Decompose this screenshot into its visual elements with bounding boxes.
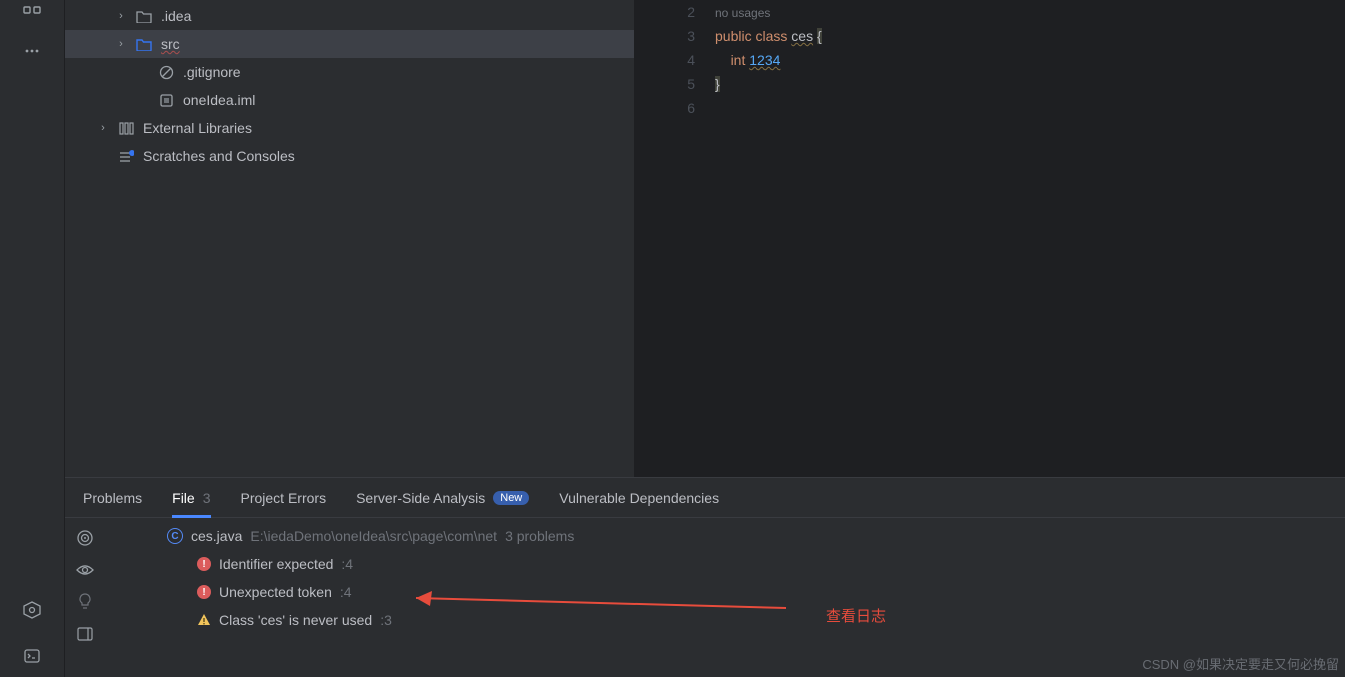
eye-icon[interactable]	[75, 560, 95, 580]
annotation-text: 查看日志	[826, 605, 886, 626]
tree-item-label: External Libraries	[143, 120, 252, 136]
tab-vulnerable-dependencies[interactable]: Vulnerable Dependencies	[559, 478, 719, 517]
error-icon: !	[197, 585, 211, 599]
inspections-icon[interactable]	[21, 599, 43, 621]
problems-panel: Problems File3 Project Errors Server-Sid…	[65, 477, 1345, 677]
chevron-right-icon: ›	[97, 122, 109, 134]
tree-item-label: .gitignore	[183, 64, 241, 80]
tree-item-gitignore[interactable]: .gitignore	[65, 58, 634, 86]
target-icon[interactable]	[75, 528, 95, 548]
tree-item-external-libraries[interactable]: › External Libraries	[65, 114, 634, 142]
watermark: CSDN @如果决定要走又何必挽留	[1142, 654, 1339, 673]
problem-row[interactable]: ! Unexpected token :4	[105, 578, 1345, 606]
tree-item-idea[interactable]: › .idea	[65, 2, 634, 30]
editor-content[interactable]: no usages public class ces { int 1234 }	[715, 0, 1345, 477]
tree-item-scratches[interactable]: Scratches and Consoles	[65, 142, 634, 170]
scratches-icon	[117, 149, 135, 163]
class-icon: C	[167, 528, 183, 544]
problem-row[interactable]: ! Identifier expected :4	[105, 550, 1345, 578]
tab-file[interactable]: File3	[172, 478, 210, 517]
module-icon	[157, 93, 175, 108]
problem-file-header[interactable]: C ces.java E:\iedaDemo\oneIdea\src\page\…	[105, 528, 1345, 544]
folder-icon	[135, 9, 153, 23]
more-icon[interactable]	[21, 40, 43, 62]
project-tree: › .idea › src	[65, 0, 635, 477]
chevron-right-icon: ›	[115, 38, 127, 50]
structure-icon[interactable]	[21, 4, 43, 26]
library-icon	[117, 121, 135, 135]
tab-server-side-analysis[interactable]: Server-Side AnalysisNew	[356, 478, 529, 517]
usage-hint: no usages	[715, 6, 770, 20]
tree-item-label: .idea	[161, 8, 191, 24]
problems-toolbar	[65, 518, 105, 677]
problem-row[interactable]: Class 'ces' is never used :3	[105, 606, 1345, 634]
new-badge: New	[493, 491, 529, 505]
ignore-icon	[157, 65, 175, 80]
folder-icon	[135, 37, 153, 51]
sidebar-icon[interactable]	[75, 624, 95, 644]
bulb-icon[interactable]	[75, 592, 95, 612]
chevron-right-icon: ›	[115, 10, 127, 22]
tree-item-label: Scratches and Consoles	[143, 148, 295, 164]
warning-icon	[197, 613, 211, 627]
tree-item-iml[interactable]: oneIdea.iml	[65, 86, 634, 114]
tab-problems[interactable]: Problems	[83, 478, 142, 517]
editor-gutter: 2 3 4 5 6	[635, 0, 715, 477]
activity-bar	[0, 0, 65, 677]
problems-tabbar: Problems File3 Project Errors Server-Sid…	[65, 478, 1345, 518]
tree-item-label: oneIdea.iml	[183, 92, 255, 108]
tree-item-label: src	[161, 36, 180, 52]
code-editor[interactable]: 2 3 4 5 6 no usages public class ces { i…	[635, 0, 1345, 477]
error-icon: !	[197, 557, 211, 571]
tab-project-errors[interactable]: Project Errors	[241, 478, 327, 517]
tree-item-src[interactable]: › src	[65, 30, 634, 58]
terminal-icon[interactable]	[21, 645, 43, 667]
